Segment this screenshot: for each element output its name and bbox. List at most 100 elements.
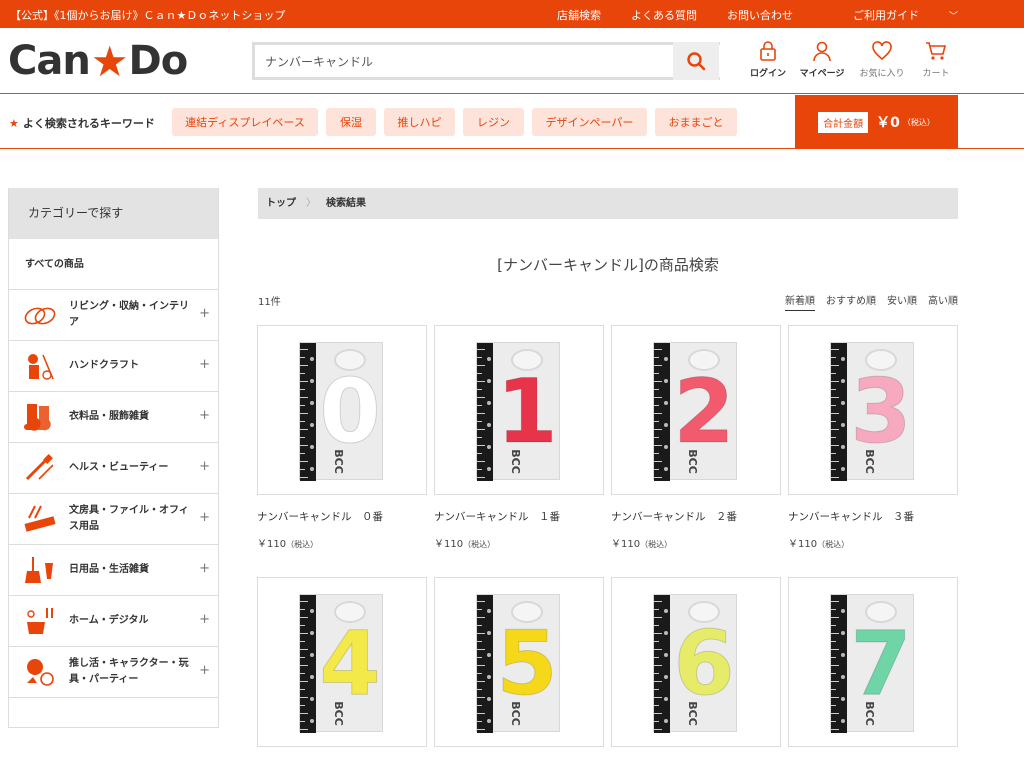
- candle-digit: 0: [319, 360, 381, 463]
- sidebar-item-daily-goods[interactable]: 日用品・生活雑貨 +: [9, 545, 218, 596]
- product-name[interactable]: ナンバーキャンドル ０番: [257, 509, 427, 524]
- daily-goods-icon: [25, 557, 53, 583]
- keyword-label-text: よく検索されるキーワード: [22, 117, 155, 130]
- product-image[interactable]: 4 BCC: [257, 577, 427, 747]
- contact-link[interactable]: お問い合わせ: [727, 7, 793, 23]
- product-price: ￥110（税込）: [611, 535, 781, 550]
- cart-total[interactable]: 合計金額 ￥0 （税込）: [795, 95, 958, 149]
- product-card[interactable]: 7 BCC: [788, 577, 958, 761]
- plus-icon[interactable]: +: [199, 357, 210, 372]
- product-image[interactable]: 5 BCC: [434, 577, 604, 747]
- sidebar-item-all[interactable]: すべての商品: [9, 239, 218, 290]
- sidebar-item-living[interactable]: リビング・収納・インテリア +: [9, 290, 218, 341]
- product-image[interactable]: 0 BCC: [257, 325, 427, 495]
- sidebar-item-beauty[interactable]: ヘルス・ビューティー +: [9, 443, 218, 494]
- search-input[interactable]: [255, 45, 675, 77]
- sidebar-item-clothing[interactable]: 衣料品・服飾雑貨 +: [9, 392, 218, 443]
- price-value: ￥110: [257, 539, 287, 550]
- product-card[interactable]: 5 BCC: [434, 577, 604, 761]
- sidebar-item-label: ヘルス・ビューティー: [69, 462, 169, 473]
- sort-cheapest[interactable]: 安い順: [887, 292, 917, 311]
- product-image[interactable]: 2 BCC: [611, 325, 781, 495]
- product-card[interactable]: 4 BCC: [257, 577, 427, 761]
- sidebar-item-handcraft[interactable]: ハンドクラフト +: [9, 341, 218, 392]
- user-icon: [813, 41, 831, 62]
- category-sidebar: カテゴリーで探す すべての商品 リビング・収納・インテリア + ハンドクラフト …: [8, 188, 219, 728]
- product-name[interactable]: ナンバーキャンドル ２番: [611, 509, 781, 524]
- top-bar: 【公式】《1個からお届け》Ｃａｎ★Ｄｏネットショップ 店舗検索 よくある質問 お…: [0, 0, 1024, 28]
- price-value: ￥110: [611, 539, 641, 550]
- keyword-chip[interactable]: レジン: [463, 108, 524, 136]
- plus-icon[interactable]: +: [199, 510, 210, 525]
- sort-recommended[interactable]: おすすめ順: [826, 292, 876, 311]
- keyword-bar: ★ よく検索されるキーワード 連結ディスプレイベース 保湿 推しハピ レジン デザ…: [0, 95, 1024, 149]
- candle-digit: 4: [319, 612, 381, 715]
- chevron-right-icon: 〉: [306, 198, 316, 209]
- sidebar-item-stationery[interactable]: 文房具・ファイル・オフィス用品 +: [9, 494, 218, 545]
- faq-link[interactable]: よくある質問: [631, 7, 697, 23]
- guide-link[interactable]: ご利用ガイド ﹀: [823, 7, 958, 23]
- breadcrumb-home[interactable]: トップ: [266, 198, 296, 209]
- product-image[interactable]: 7 BCC: [788, 577, 958, 747]
- star-icon: ★: [9, 117, 19, 130]
- product-name[interactable]: ナンバーキャンドル １番: [434, 509, 604, 524]
- header: Can★Do ログイン マイページ お気に入り: [0, 28, 1024, 94]
- product-card[interactable]: 6 BCC: [611, 577, 781, 761]
- logo-star: ★: [90, 36, 129, 86]
- sort-options: 新着順 おすすめ順 安い順 高い順: [774, 292, 958, 311]
- plus-icon[interactable]: +: [199, 459, 210, 474]
- sidebar-title: カテゴリーで探す: [9, 188, 218, 239]
- logo[interactable]: Can ★ Do: [8, 36, 188, 86]
- sidebar-item-home-digital[interactable]: ホーム・デジタル +: [9, 596, 218, 647]
- beauty-icon: [25, 454, 54, 481]
- keyword-label: ★ よく検索されるキーワード: [9, 115, 155, 131]
- sidebar-item-label: 衣料品・服飾雑貨: [69, 411, 149, 422]
- product-card[interactable]: 3 BCC ナンバーキャンドル ３番 ￥110（税込）: [788, 325, 958, 550]
- total-label: 合計金額: [818, 111, 869, 133]
- stationery-icon: [24, 505, 56, 532]
- product-image[interactable]: 1 BCC: [434, 325, 604, 495]
- keyword-chip[interactable]: 保湿: [326, 108, 376, 136]
- candle-package: 4 BCC: [299, 594, 383, 733]
- login-button[interactable]: ログイン: [738, 40, 798, 79]
- product-card[interactable]: 1 BCC ナンバーキャンドル １番 ￥110（税込）: [434, 325, 604, 550]
- product-image[interactable]: 6 BCC: [611, 577, 781, 747]
- favorites-button[interactable]: お気に入り: [852, 40, 912, 79]
- keyword-chip[interactable]: 推しハピ: [384, 108, 455, 136]
- search-button[interactable]: [673, 42, 719, 80]
- product-name[interactable]: ナンバーキャンドル ３番: [788, 509, 958, 524]
- cart-button[interactable]: カート: [906, 40, 966, 79]
- candle-package: 1 BCC: [476, 342, 560, 481]
- breadcrumb: トップ〉検索結果: [258, 188, 958, 219]
- clothing-icon: [24, 404, 51, 431]
- guide-label: ご利用ガイド: [852, 9, 919, 22]
- candle-digit: 2: [673, 360, 735, 463]
- keyword-chip[interactable]: おままごと: [655, 108, 737, 136]
- plus-icon[interactable]: +: [199, 561, 210, 576]
- sort-expensive[interactable]: 高い順: [928, 292, 958, 311]
- sidebar-item-label: ハンドクラフト: [69, 360, 139, 371]
- price-tax: （税込）: [463, 540, 496, 549]
- sidebar-item-label: 文房具・ファイル・オフィス用品: [69, 505, 189, 532]
- mypage-button[interactable]: マイページ: [792, 40, 852, 79]
- keyword-chip[interactable]: 連結ディスプレイベース: [172, 108, 318, 136]
- candle-digit: 6: [673, 612, 735, 715]
- cart-label: カート: [922, 69, 950, 79]
- candle-package: 3 BCC: [830, 342, 914, 481]
- product-card[interactable]: 2 BCC ナンバーキャンドル ２番 ￥110（税込）: [611, 325, 781, 550]
- keyword-chip[interactable]: デザインペーパー: [532, 108, 647, 136]
- plus-icon[interactable]: +: [199, 663, 210, 678]
- plus-icon[interactable]: +: [199, 612, 210, 627]
- sort-newest[interactable]: 新着順: [785, 292, 815, 311]
- product-image[interactable]: 3 BCC: [788, 325, 958, 495]
- sidebar-item-oshi[interactable]: 推し活・キャラクター・玩具・パーティー +: [9, 647, 218, 698]
- store-search-link[interactable]: 店舗検索: [557, 7, 601, 23]
- plus-icon[interactable]: +: [199, 306, 210, 321]
- price-value: ￥110: [788, 539, 818, 550]
- plus-icon[interactable]: +: [199, 408, 210, 423]
- promo-text: 【公式】《1個からお届け》Ｃａｎ★Ｄｏネットショップ: [10, 9, 286, 22]
- product-card[interactable]: 0 BCC ナンバーキャンドル ０番 ￥110（税込）: [257, 325, 427, 550]
- sidebar-item-label: 日用品・生活雑貨: [69, 564, 149, 575]
- candle-digit: 3: [850, 360, 912, 463]
- sidebar-item-label: リビング・収納・インテリア: [69, 301, 189, 328]
